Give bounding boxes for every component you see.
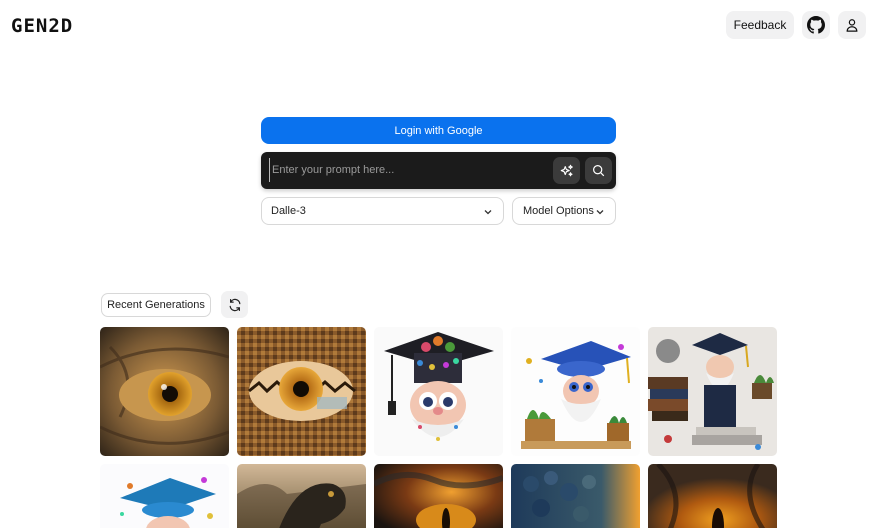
- generated-image-reptile-eye[interactable]: [100, 327, 229, 456]
- image-thumbnail: [511, 327, 640, 456]
- user-button[interactable]: [838, 11, 866, 39]
- refresh-button[interactable]: [221, 291, 248, 318]
- image-thumbnail: [648, 327, 777, 456]
- github-icon: [807, 16, 825, 34]
- app-page: GEN2D Feedback Login with Google Enter y…: [0, 0, 877, 528]
- image-thumbnail: [237, 464, 366, 528]
- app-logo[interactable]: GEN2D: [11, 15, 73, 37]
- image-thumbnail: [511, 464, 640, 528]
- image-thumbnail: [374, 327, 503, 456]
- image-thumbnail: [237, 327, 366, 456]
- refresh-icon: [229, 298, 240, 311]
- chevron-down-icon: [484, 210, 492, 215]
- model-options-label: Model Options: [523, 205, 594, 217]
- generated-image-reptile-eye-orange[interactable]: [648, 464, 777, 528]
- chevron-down-icon: [596, 210, 604, 215]
- generated-image-gnome[interactable]: [100, 464, 229, 528]
- search-button[interactable]: [585, 157, 612, 184]
- login-with-google-button[interactable]: Login with Google: [261, 117, 616, 144]
- model-select[interactable]: Dalle-3: [261, 197, 504, 225]
- enhance-prompt-button[interactable]: [553, 157, 580, 184]
- sparkle-icon: [560, 164, 573, 176]
- image-thumbnail: [100, 464, 229, 528]
- generated-image-dinosaur[interactable]: [237, 464, 366, 528]
- prompt-input[interactable]: [269, 158, 549, 182]
- image-thumbnail: [648, 464, 777, 528]
- feedback-button[interactable]: Feedback: [726, 11, 794, 39]
- generated-image-book-gnome[interactable]: [648, 327, 777, 456]
- user-icon: [846, 19, 858, 32]
- image-thumbnail: [100, 327, 229, 456]
- github-button[interactable]: [802, 11, 830, 39]
- recent-generations-button[interactable]: Recent Generations: [101, 293, 211, 317]
- prompt-bar: [261, 152, 616, 189]
- image-thumbnail: [374, 464, 503, 528]
- search-icon: [593, 165, 605, 177]
- model-select-value: Dalle-3: [271, 205, 306, 217]
- generated-image-reptile-skin[interactable]: [511, 464, 640, 528]
- generated-image-jewel-gnome[interactable]: [374, 327, 503, 456]
- generated-image-plant-gnome[interactable]: [511, 327, 640, 456]
- generated-image-reptile-sunset[interactable]: [374, 464, 503, 528]
- model-options-button[interactable]: Model Options: [512, 197, 616, 225]
- generated-image-pixel-eye[interactable]: [237, 327, 366, 456]
